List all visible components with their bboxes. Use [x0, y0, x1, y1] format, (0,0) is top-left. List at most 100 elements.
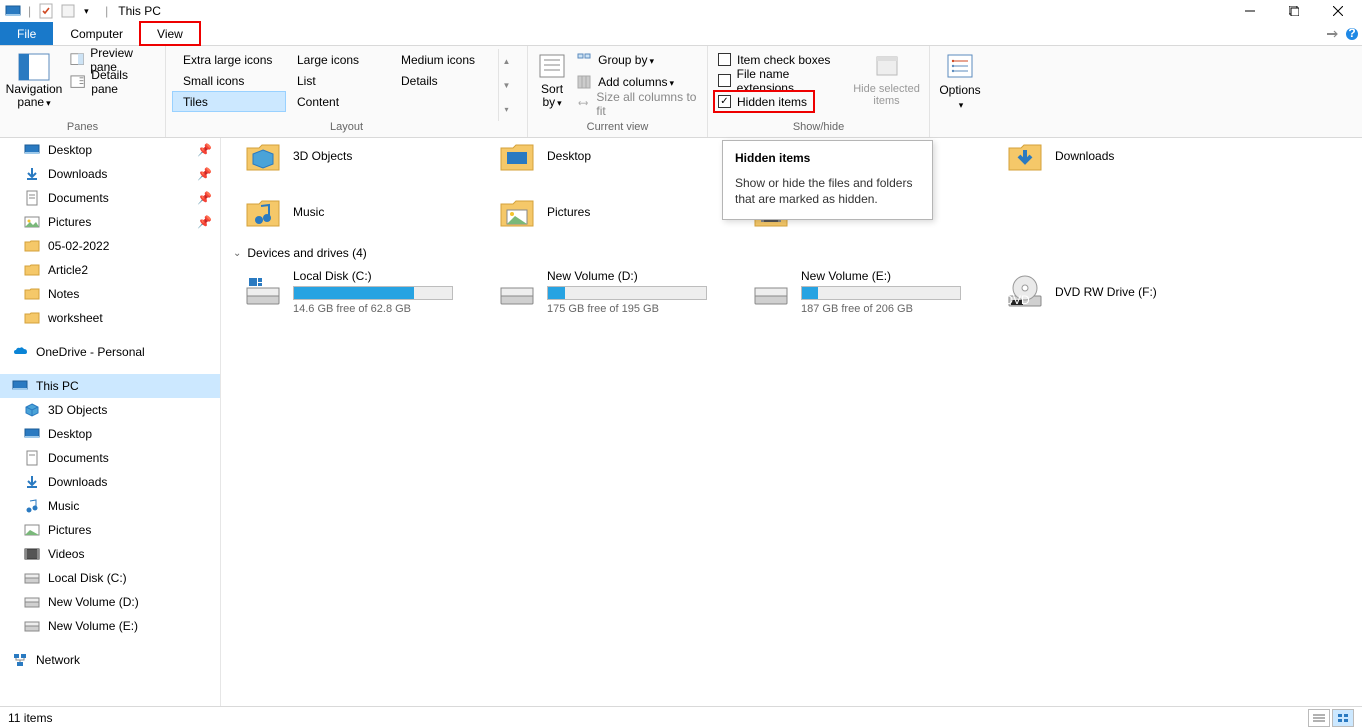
folder-tile-downloads[interactable]: Downloads: [987, 138, 1241, 184]
navigation-pane[interactable]: Desktop📌 Downloads📌 Documents📌 Pictures📌…: [0, 138, 221, 706]
nav-pictures[interactable]: Pictures📌: [0, 210, 220, 234]
nav-music[interactable]: Music: [0, 494, 220, 518]
view-large-icons-toggle[interactable]: [1332, 709, 1354, 727]
window-title: This PC: [118, 4, 161, 18]
nav-videos[interactable]: Videos: [0, 542, 220, 566]
tab-computer[interactable]: Computer: [53, 22, 140, 45]
options-button[interactable]: Options: [936, 49, 984, 121]
ribbon-group-label: Panes: [6, 121, 159, 137]
drive-free-text: 187 GB free of 206 GB: [801, 303, 961, 315]
nav-new-volume-e[interactable]: New Volume (E:): [0, 614, 220, 638]
ribbon: Navigation pane Preview pane Details pan…: [0, 46, 1362, 138]
nav-downloads[interactable]: Downloads📌: [0, 162, 220, 186]
layout-tiles[interactable]: Tiles: [172, 91, 286, 112]
folder-tile-desktop[interactable]: Desktop: [479, 138, 733, 184]
content-area[interactable]: 3D Objects Desktop Downloads Music Pictu…: [221, 138, 1362, 706]
details-pane-button[interactable]: Details pane: [66, 71, 159, 93]
layout-scroll-up[interactable]: ▲: [503, 57, 511, 66]
nav-desktop-2[interactable]: Desktop: [0, 422, 220, 446]
layout-medium-icons[interactable]: Medium icons: [390, 49, 494, 70]
qat-divider-2: |: [105, 4, 108, 18]
layout-extra-large-icons[interactable]: Extra large icons: [172, 49, 286, 70]
drive-free-text: 175 GB free of 195 GB: [547, 303, 707, 315]
drive-free-text: 14.6 GB free of 62.8 GB: [293, 303, 453, 315]
nav-this-pc[interactable]: This PC: [0, 374, 220, 398]
pin-icon: 📌: [197, 215, 212, 229]
drive-name: DVD RW Drive (F:): [1055, 285, 1157, 299]
hidden-items-checkbox[interactable]: ✓Hidden items: [714, 91, 814, 112]
drive-name: New Volume (E:): [801, 269, 961, 283]
status-item-count: 11 items: [8, 711, 52, 725]
pin-icon: 📌: [197, 143, 212, 157]
title-bar: | | This PC: [0, 0, 1362, 22]
folder-tile-3d-objects[interactable]: 3D Objects: [225, 138, 479, 184]
group-by-button[interactable]: Group by: [572, 49, 701, 71]
drive-name: New Volume (D:): [547, 269, 707, 283]
layout-expand[interactable]: ▾: [504, 105, 508, 114]
chevron-down-icon: ⌄: [233, 248, 241, 259]
hide-selected-items-button: Hide selected items: [850, 49, 923, 121]
layout-list[interactable]: List: [286, 70, 390, 91]
qat-customize-dropdown[interactable]: [82, 3, 98, 19]
tooltip-body: Show or hide the files and folders that …: [735, 175, 920, 207]
nav-desktop[interactable]: Desktop📌: [0, 138, 220, 162]
file-name-extensions[interactable]: File name extensions: [714, 70, 850, 91]
nav-folder-2[interactable]: Article2: [0, 258, 220, 282]
ribbon-group-label: Current view: [534, 121, 701, 137]
tab-file[interactable]: File: [0, 22, 53, 45]
system-icon[interactable]: [5, 3, 21, 19]
layout-large-icons[interactable]: Large icons: [286, 49, 390, 70]
layout-content[interactable]: Content: [286, 91, 390, 112]
navigation-pane-button[interactable]: Navigation pane: [6, 49, 62, 121]
maximize-button[interactable]: [1272, 0, 1316, 22]
svg-text:?: ?: [1348, 27, 1355, 40]
size-columns-button: Size all columns to fit: [572, 93, 701, 115]
folder-tile-pictures[interactable]: Pictures: [479, 184, 733, 240]
nav-3d-objects[interactable]: 3D Objects: [0, 398, 220, 422]
nav-documents-2[interactable]: Documents: [0, 446, 220, 470]
nav-local-disk-c[interactable]: Local Disk (C:): [0, 566, 220, 590]
layout-scroll-down[interactable]: ▼: [503, 81, 511, 90]
minimize-button[interactable]: [1228, 0, 1272, 22]
ribbon-group-label: Show/hide: [714, 121, 923, 137]
qat-divider: |: [28, 4, 31, 18]
nav-folder-4[interactable]: worksheet: [0, 306, 220, 330]
drive-dvd-rw-f[interactable]: DVD DVD RW Drive (F:): [987, 264, 1241, 320]
hidden-items-tooltip: Hidden items Show or hide the files and …: [722, 140, 933, 220]
tab-view[interactable]: View: [140, 22, 200, 45]
qat-newfolder-icon[interactable]: [60, 3, 76, 19]
ribbon-group-current-view: Sort by Group by Add columns Size all co…: [528, 46, 708, 137]
layout-details[interactable]: Details: [390, 70, 494, 91]
minimize-ribbon-icon[interactable]: [1322, 22, 1342, 45]
ribbon-group-label: [936, 121, 984, 137]
drive-new-volume-e[interactable]: New Volume (E:) 187 GB free of 206 GB: [733, 264, 987, 320]
layout-small-icons[interactable]: Small icons: [172, 70, 286, 91]
svg-text:DVD: DVD: [1005, 293, 1030, 307]
ribbon-group-options: Options: [930, 46, 990, 137]
status-bar: 11 items: [0, 706, 1362, 728]
nav-network[interactable]: Network: [0, 648, 220, 672]
ribbon-group-panes: Navigation pane Preview pane Details pan…: [0, 46, 166, 137]
drive-usage-bar: [293, 286, 453, 300]
qat-properties-icon[interactable]: [38, 3, 54, 19]
pin-icon: 📌: [197, 191, 212, 205]
drive-new-volume-d[interactable]: New Volume (D:) 175 GB free of 195 GB: [479, 264, 733, 320]
help-icon[interactable]: ?: [1342, 22, 1362, 45]
ribbon-group-layout: Extra large icons Small icons Tiles Larg…: [166, 46, 528, 137]
nav-folder-1[interactable]: 05-02-2022: [0, 234, 220, 258]
drive-name: Local Disk (C:): [293, 269, 453, 283]
nav-new-volume-d[interactable]: New Volume (D:): [0, 590, 220, 614]
nav-pictures-2[interactable]: Pictures: [0, 518, 220, 542]
drive-local-disk-c[interactable]: Local Disk (C:) 14.6 GB free of 62.8 GB: [225, 264, 479, 320]
nav-downloads-2[interactable]: Downloads: [0, 470, 220, 494]
nav-onedrive[interactable]: OneDrive - Personal: [0, 340, 220, 364]
drive-usage-bar: [547, 286, 707, 300]
ribbon-group-show-hide: Item check boxes File name extensions ✓H…: [708, 46, 930, 137]
nav-documents[interactable]: Documents📌: [0, 186, 220, 210]
close-button[interactable]: [1316, 0, 1360, 22]
devices-and-drives-header[interactable]: ⌄ Devices and drives (4): [225, 240, 1358, 264]
view-details-toggle[interactable]: [1308, 709, 1330, 727]
nav-folder-3[interactable]: Notes: [0, 282, 220, 306]
folder-tile-music[interactable]: Music: [225, 184, 479, 240]
sort-by-button[interactable]: Sort by: [534, 49, 570, 121]
